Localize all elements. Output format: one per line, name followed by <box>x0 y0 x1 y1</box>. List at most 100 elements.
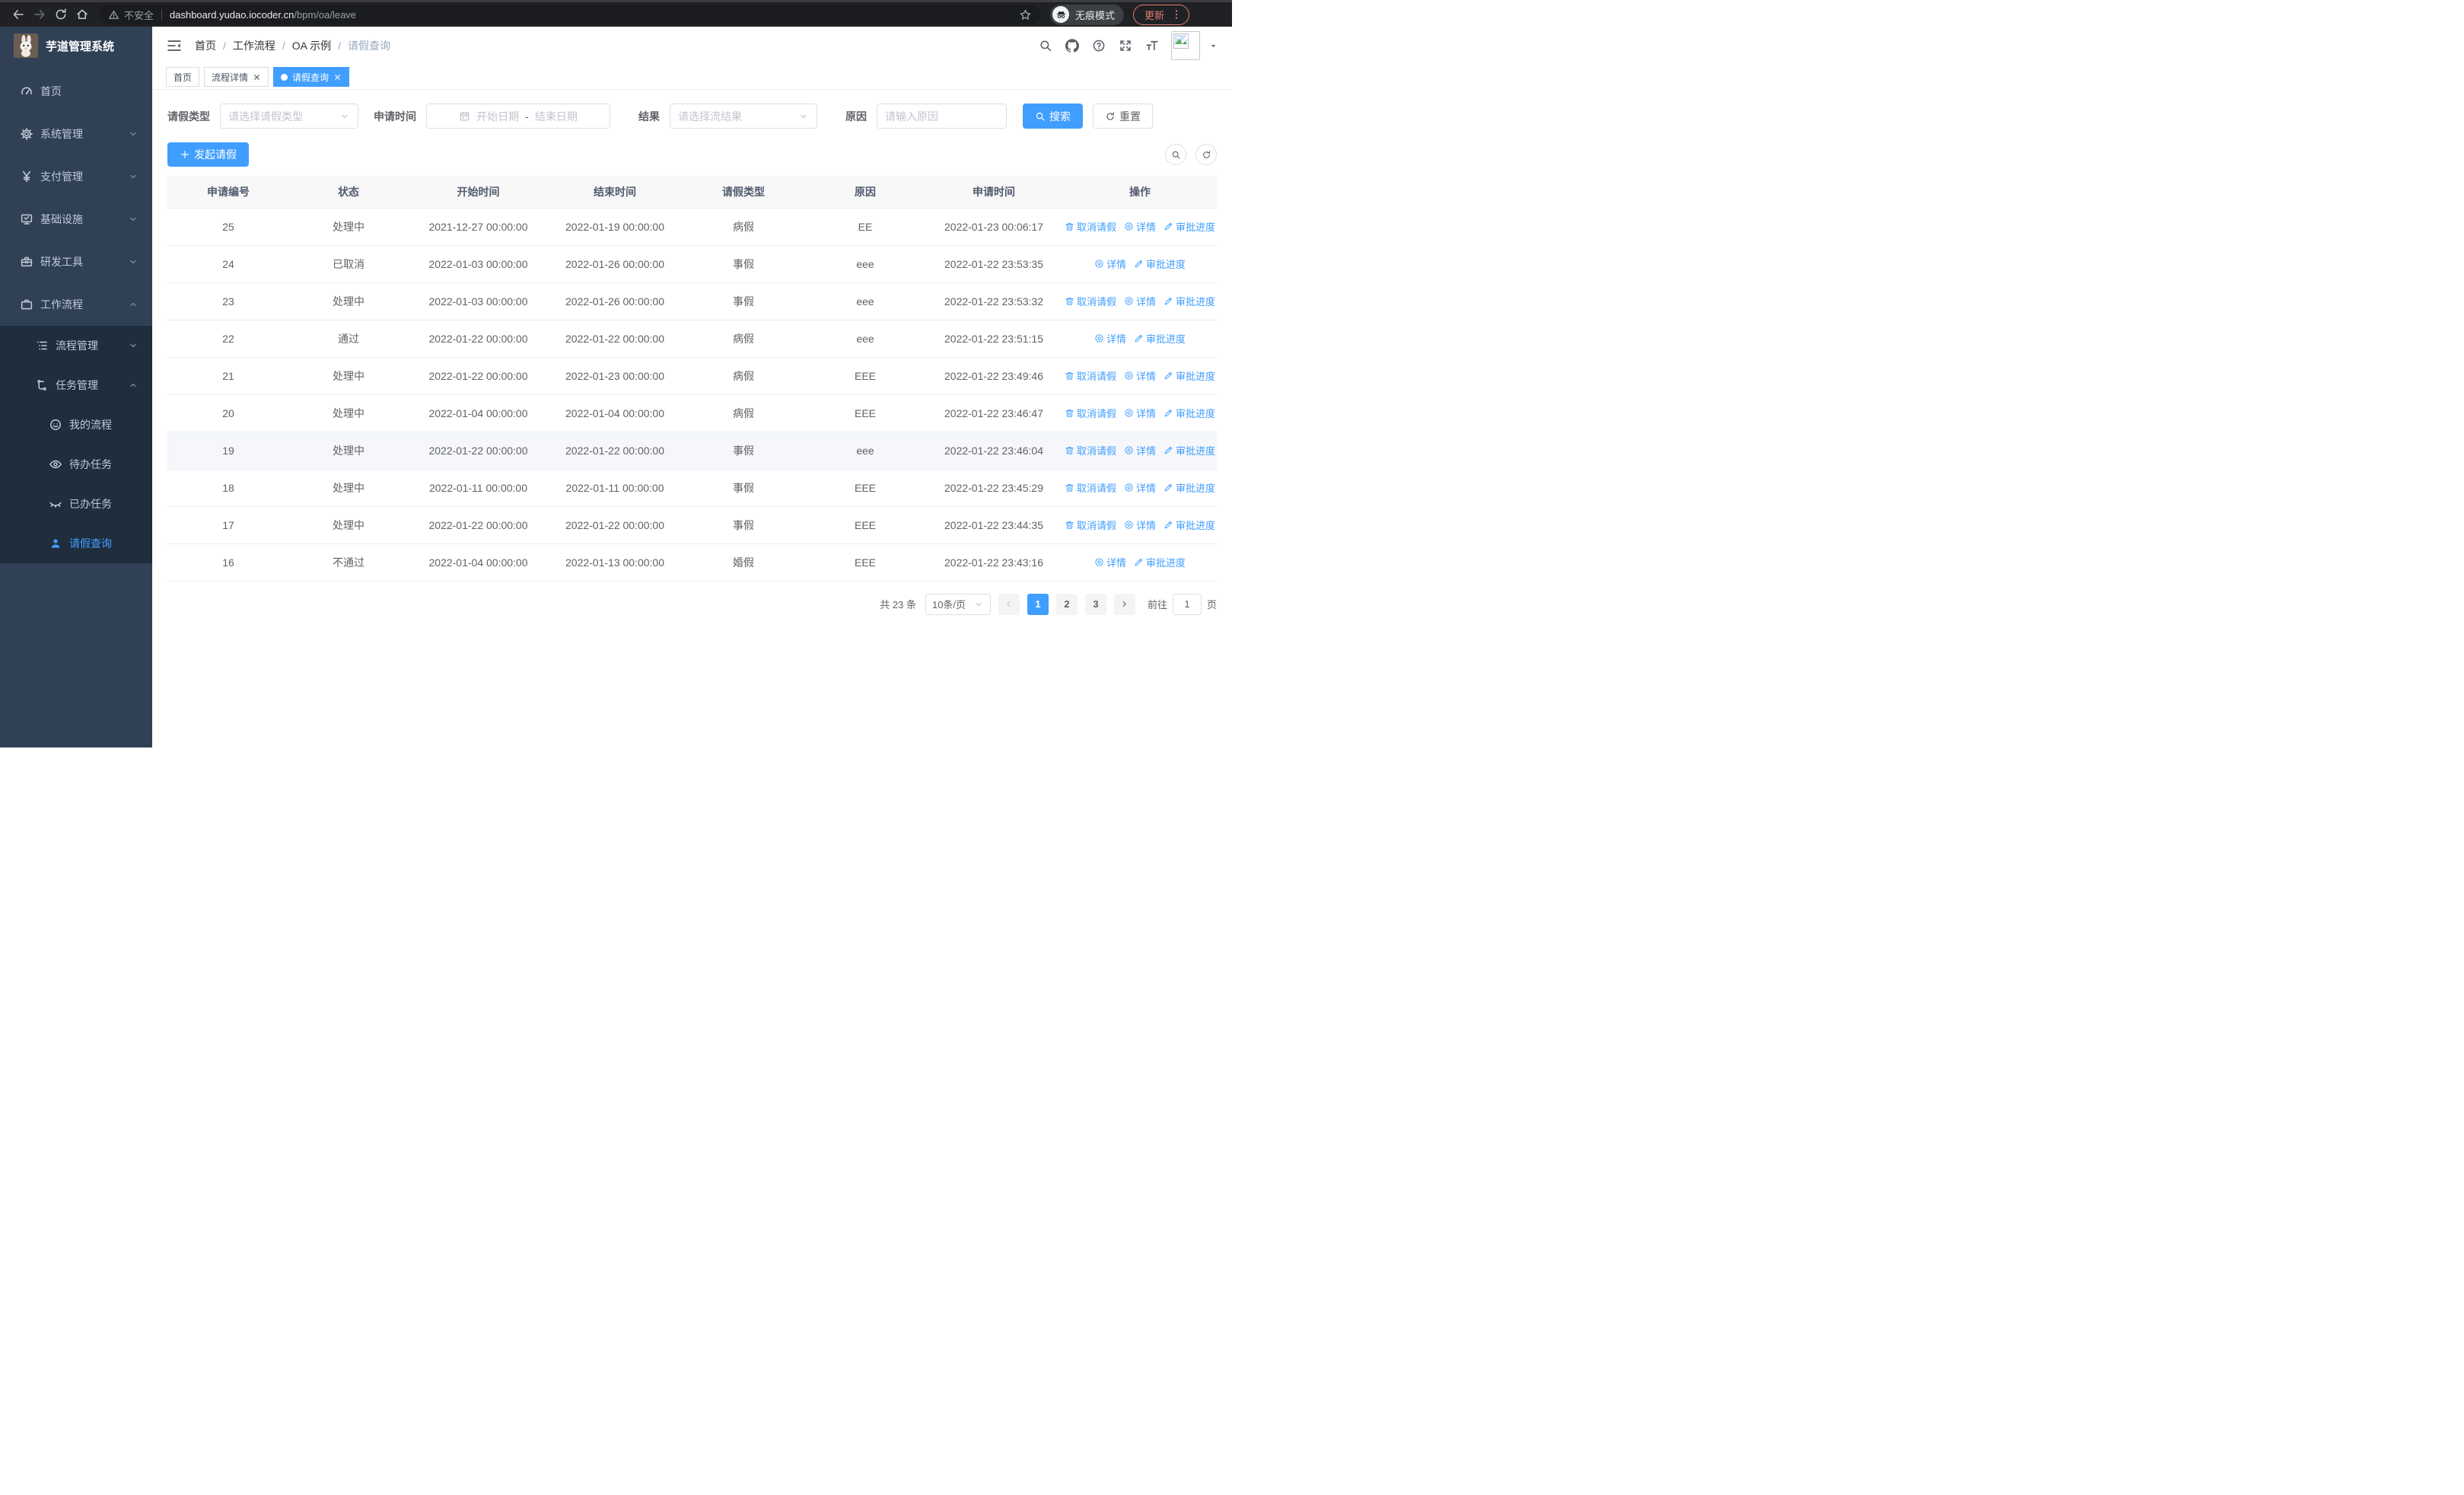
avatar-caret-icon[interactable] <box>1208 41 1218 51</box>
action-detail-link[interactable]: 详情 <box>1094 555 1126 569</box>
action-label: 取消请假 <box>1076 222 1116 233</box>
action-progress-link[interactable]: 审批进度 <box>1134 555 1186 569</box>
action-progress-link[interactable]: 审批进度 <box>1164 406 1215 420</box>
action-progress-link[interactable]: 审批进度 <box>1164 294 1215 308</box>
action-progress-link[interactable]: 审批进度 <box>1164 443 1215 457</box>
refresh-table-button[interactable] <box>1195 144 1217 165</box>
result-select[interactable]: 请选择流结果 <box>670 104 817 129</box>
page-size-select[interactable]: 10条/页 <box>925 593 991 615</box>
action-cancel-link[interactable]: 取消请假 <box>1065 480 1116 495</box>
goto-page-input[interactable] <box>1172 593 1202 615</box>
address-bar[interactable]: 不安全 dashboard.yudao.iocoder.cn/bpm/oa/le… <box>99 5 1041 24</box>
apply-time-range-picker[interactable]: 开始日期 - 结束日期 <box>426 104 610 129</box>
action-cancel-link[interactable]: 取消请假 <box>1065 294 1116 308</box>
bookmark-star-icon[interactable] <box>1019 8 1032 21</box>
fullscreen-button[interactable] <box>1118 38 1133 53</box>
tab-close-icon[interactable] <box>253 73 261 81</box>
font-size-button[interactable] <box>1144 38 1160 53</box>
action-cancel-link[interactable]: 取消请假 <box>1065 368 1116 383</box>
sidebar-item-system[interactable]: 系统管理 <box>0 113 152 155</box>
breadcrumb-item[interactable]: OA 示例 <box>292 38 331 53</box>
action-label: 审批进度 <box>1176 520 1216 531</box>
action-cancel-link[interactable]: 取消请假 <box>1065 219 1116 234</box>
tab-流程详情[interactable]: 流程详情 <box>204 67 269 87</box>
prev-page-button[interactable] <box>998 593 1020 615</box>
table-row[interactable]: 16 不通过 2022-01-04 00:00:00 2022-01-13 00:00… <box>167 543 1217 582</box>
fullscreen-icon <box>1119 39 1132 53</box>
table-row[interactable]: 19 处理中 2022-01-22 00:00:00 2022-01-22 00:00… <box>167 432 1217 470</box>
reset-button[interactable]: 重置 <box>1093 104 1153 129</box>
table-row[interactable]: 25 处理中 2021-12-27 00:00:00 2022-01-19 00:00… <box>167 208 1217 246</box>
tab-close-icon[interactable] <box>333 73 342 81</box>
sidebar-item-task-mgmt[interactable]: 任务管理 <box>0 365 152 405</box>
next-page-button[interactable] <box>1113 593 1135 615</box>
detail-icon <box>1124 483 1134 492</box>
tab-label: 首页 <box>173 72 193 83</box>
action-detail-link[interactable]: 详情 <box>1124 294 1156 308</box>
sidebar-item-infra[interactable]: 基础设施 <box>0 198 152 241</box>
tab-首页[interactable]: 首页 <box>166 67 200 87</box>
action-cancel-link[interactable]: 取消请假 <box>1065 443 1116 457</box>
browser-menu-dots-icon[interactable] <box>1170 8 1183 21</box>
table-row[interactable]: 24 已取消 2022-01-03 00:00:00 2022-01-26 00:00… <box>167 245 1217 283</box>
action-progress-link[interactable]: 审批进度 <box>1164 480 1215 495</box>
sidebar-item-workflow[interactable]: 工作流程 <box>0 283 152 326</box>
page-button-3[interactable]: 3 <box>1084 593 1106 615</box>
sidebar-item-devtools[interactable]: 研发工具 <box>0 241 152 283</box>
breadcrumb-item[interactable]: 首页 <box>195 38 216 53</box>
action-progress-link[interactable]: 审批进度 <box>1134 331 1186 346</box>
table-row[interactable]: 22 通过 2022-01-22 00:00:00 2022-01-22 00:00:… <box>167 320 1217 358</box>
action-detail-link[interactable]: 详情 <box>1124 518 1156 532</box>
action-cancel-link[interactable]: 取消请假 <box>1065 406 1116 420</box>
action-progress-link[interactable]: 审批进度 <box>1164 219 1215 234</box>
browser-back-button[interactable] <box>8 4 29 25</box>
search-button[interactable]: 搜索 <box>1023 104 1083 129</box>
sidebar-item-payment[interactable]: 支付管理 <box>0 155 152 198</box>
sidebar-item-leave-query[interactable]: 请假查询 <box>0 524 152 563</box>
cell-end: 2022-01-13 00:00:00 <box>549 543 681 582</box>
action-detail-link[interactable]: 详情 <box>1124 406 1156 420</box>
reason-input[interactable] <box>885 110 998 123</box>
sidebar-item-todo-tasks[interactable]: 待办任务 <box>0 445 152 484</box>
page-button-2[interactable]: 2 <box>1055 593 1078 615</box>
table-row[interactable]: 18 处理中 2022-01-11 00:00:00 2022-01-11 00:00… <box>167 469 1217 507</box>
header-search-button[interactable] <box>1038 38 1053 53</box>
table-row[interactable]: 23 处理中 2022-01-03 00:00:00 2022-01-26 00:00… <box>167 282 1217 320</box>
action-detail-link[interactable]: 详情 <box>1124 480 1156 495</box>
browser-reload-button[interactable] <box>50 4 72 25</box>
action-detail-link[interactable]: 详情 <box>1124 443 1156 457</box>
create-leave-button[interactable]: 发起请假 <box>167 142 249 167</box>
browser-update-button[interactable]: 更新 <box>1133 4 1190 25</box>
action-cancel-link[interactable]: 取消请假 <box>1065 518 1116 532</box>
toggle-search-button[interactable] <box>1165 144 1186 165</box>
eye-icon <box>49 457 62 471</box>
action-detail-link[interactable]: 详情 <box>1094 257 1126 271</box>
tab-请假查询[interactable]: 请假查询 <box>273 67 350 87</box>
browser-home-button[interactable] <box>72 4 93 25</box>
leave-type-select[interactable]: 请选择请假类型 <box>220 104 358 129</box>
help-button[interactable] <box>1091 38 1106 53</box>
table-row[interactable]: 20 处理中 2022-01-04 00:00:00 2022-01-04 00:00… <box>167 394 1217 432</box>
breadcrumb-item[interactable]: 工作流程 <box>233 38 275 53</box>
action-detail-link[interactable]: 详情 <box>1124 219 1156 234</box>
table-row[interactable]: 17 处理中 2022-01-22 00:00:00 2022-01-22 00:00… <box>167 506 1217 544</box>
sidebar-item-my-process[interactable]: 我的流程 <box>0 405 152 445</box>
action-detail-link[interactable]: 详情 <box>1094 331 1126 346</box>
table-row[interactable]: 21 处理中 2022-01-22 00:00:00 2022-01-23 00:00… <box>167 357 1217 395</box>
cell-id: 16 <box>167 543 289 582</box>
action-progress-link[interactable]: 审批进度 <box>1164 518 1215 532</box>
sidebar-item-process-mgmt[interactable]: 流程管理 <box>0 326 152 365</box>
sidebar-collapse-icon[interactable] <box>166 37 183 54</box>
page-button-1[interactable]: 1 <box>1027 593 1049 615</box>
github-link[interactable] <box>1065 38 1080 53</box>
sidebar-item-done-tasks[interactable]: 已办任务 <box>0 484 152 524</box>
user-avatar[interactable] <box>1171 31 1200 60</box>
browser-forward-button[interactable] <box>29 4 50 25</box>
action-progress-link[interactable]: 审批进度 <box>1134 257 1186 271</box>
cell-start: 2022-01-04 00:00:00 <box>408 543 549 582</box>
sidebar-item-home[interactable]: 首页 <box>0 70 152 113</box>
action-progress-link[interactable]: 审批进度 <box>1164 368 1215 383</box>
action-detail-link[interactable]: 详情 <box>1124 368 1156 383</box>
app-logo-row[interactable]: 芋道管理系统 <box>0 27 152 65</box>
progress-icon <box>1134 557 1144 567</box>
